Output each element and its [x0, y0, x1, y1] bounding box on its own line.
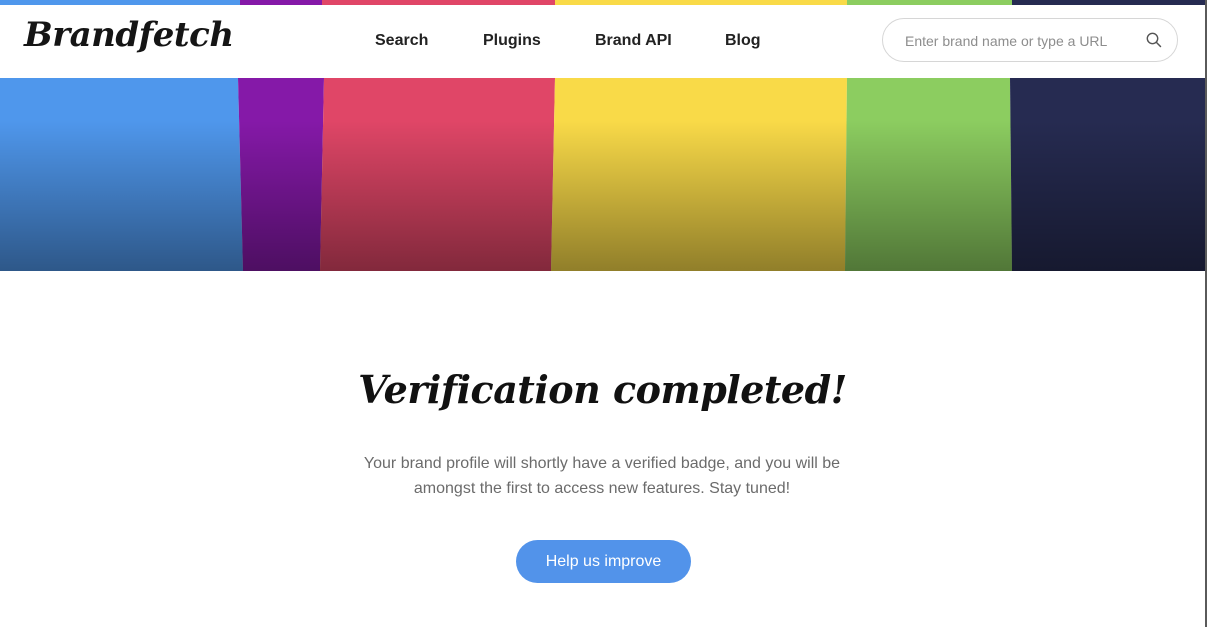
help-us-improve-button[interactable]: Help us improve	[516, 540, 691, 583]
verification-content: Verification completed! Your brand profi…	[0, 271, 1205, 627]
hero-stripes	[0, 78, 1205, 271]
search-box	[882, 18, 1178, 62]
nav-blog[interactable]: Blog	[725, 32, 761, 50]
page: Brandfetch Search Plugins Brand API Blog	[0, 0, 1205, 627]
nav-search[interactable]: Search	[375, 32, 428, 50]
hero-color-band	[0, 78, 1205, 271]
brand-search-input[interactable]	[903, 19, 1137, 62]
site-header: Brandfetch Search Plugins Brand API Blog	[0, 5, 1205, 78]
page-title: Verification completed!	[358, 367, 847, 412]
hero-shade	[0, 78, 1205, 271]
nav-brand-api[interactable]: Brand API	[595, 32, 672, 50]
search-icon[interactable]	[1145, 31, 1163, 49]
description-text: Your brand profile will shortly have a v…	[363, 455, 841, 497]
nav-plugins[interactable]: Plugins	[483, 32, 541, 50]
